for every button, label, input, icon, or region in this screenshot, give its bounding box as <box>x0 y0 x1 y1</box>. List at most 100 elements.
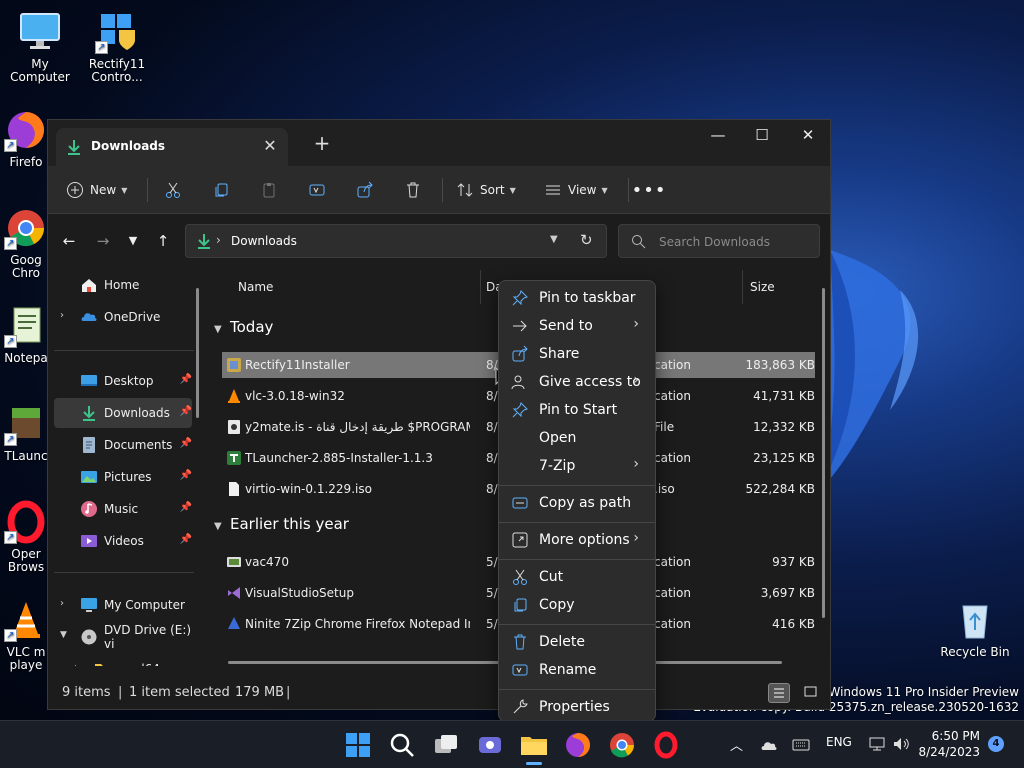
chevron-right-icon[interactable]: › <box>74 662 78 666</box>
maximize-button[interactable]: ☐ <box>739 120 785 150</box>
menu-item-copy[interactable]: Copy <box>503 591 651 619</box>
chrome-icon[interactable] <box>606 729 638 761</box>
column-divider[interactable] <box>742 270 743 304</box>
menu-item-label: Copy <box>539 597 575 613</box>
menu-item-give-access[interactable]: Give access to › <box>503 368 651 396</box>
nav-item-music[interactable]: Music 📌 <box>54 494 192 524</box>
delete-button[interactable] <box>398 175 428 205</box>
tiles-view-button[interactable] <box>800 683 822 703</box>
notification-badge[interactable]: 4 <box>988 736 1004 752</box>
menu-item-cut[interactable]: Cut <box>503 563 651 591</box>
new-tab-button[interactable]: + <box>310 132 334 156</box>
task-view-icon[interactable] <box>430 729 462 761</box>
volume-icon[interactable] <box>892 736 910 752</box>
menu-item-send-to[interactable]: Send to › <box>503 312 651 340</box>
navigation-scrollbar[interactable] <box>196 288 199 418</box>
nav-item-documents[interactable]: Documents 📌 <box>54 430 192 460</box>
cut-button[interactable] <box>158 175 188 205</box>
file-list-scrollbar[interactable] <box>822 288 825 618</box>
share-button[interactable] <box>350 175 380 205</box>
menu-item-copy-as-path[interactable]: Copy as path <box>503 489 651 517</box>
clock[interactable]: 6:50 PM 8/24/2023 <box>918 728 980 760</box>
tray-overflow-chevron-icon[interactable]: ︿ <box>730 735 743 754</box>
close-tab-icon[interactable]: ✕ <box>260 136 280 156</box>
file-explorer-icon[interactable] <box>518 729 550 761</box>
onedrive-cloud-icon[interactable] <box>760 737 778 753</box>
forward-arrow-icon[interactable]: → <box>90 229 116 253</box>
shortcut-arrow-icon: ↗ <box>4 139 17 152</box>
search-field[interactable]: Search Downloads <box>618 224 820 258</box>
nav-item-label: Videos <box>104 534 144 548</box>
pin-icon: 📌 <box>179 374 192 385</box>
breadcrumb-downloads[interactable]: Downloads <box>231 234 297 248</box>
nav-item-dvd-drive[interactable]: ▼ DVD Drive (E:) vi <box>54 622 192 652</box>
file-name: vac470 <box>245 555 289 569</box>
nav-item-downloads[interactable]: Downloads 📌 <box>54 398 192 428</box>
nav-item-amd64[interactable]: › amd64 <box>68 654 206 666</box>
chevron-right-icon[interactable]: › <box>60 310 64 321</box>
menu-separator <box>499 522 655 523</box>
chevron-right-icon[interactable]: › <box>60 598 64 609</box>
opera-icon: ↗ <box>4 500 48 544</box>
group-header-today[interactable]: ▼ Today <box>214 318 273 336</box>
sort-button[interactable]: Sort ▼ <box>456 175 516 205</box>
menu-item-label: Rename <box>539 662 597 678</box>
firefox-icon[interactable] <box>562 729 594 761</box>
recent-locations-chevron-icon[interactable]: ▼ <box>120 229 146 253</box>
menu-item-7zip[interactable]: 7-Zip › <box>503 452 651 480</box>
menu-item-more-options[interactable]: More options › <box>503 526 651 554</box>
refresh-icon[interactable]: ↻ <box>580 231 593 249</box>
chevron-down-icon[interactable]: ▼ <box>60 630 67 640</box>
start-windows-icon[interactable] <box>342 729 374 761</box>
new-button[interactable]: New ▼ <box>66 175 127 205</box>
nav-item-home[interactable]: Home <box>54 270 192 300</box>
desktop-icon-rectify11[interactable]: ↗ Rectify11 Contro... <box>77 10 157 84</box>
address-bar[interactable]: › Downloads ▼ ↻ <box>185 224 607 258</box>
menu-item-label: Pin to taskbar <box>539 290 636 306</box>
more-options-button[interactable]: ••• <box>632 175 666 205</box>
close-window-button[interactable]: ✕ <box>785 120 831 150</box>
copy-button[interactable] <box>206 175 236 205</box>
rename-button[interactable] <box>302 175 332 205</box>
nav-item-videos[interactable]: Videos 📌 <box>54 526 192 556</box>
tab-downloads[interactable]: Downloads ✕ <box>56 128 288 166</box>
details-view-button[interactable] <box>768 683 790 703</box>
file-name: VisualStudioSetup <box>245 586 354 600</box>
file-size: 416 KB <box>772 617 815 631</box>
opera-icon[interactable] <box>650 729 682 761</box>
nav-item-onedrive[interactable]: › OneDrive <box>54 302 192 332</box>
nav-item-pictures[interactable]: Pictures 📌 <box>54 462 192 492</box>
back-arrow-icon[interactable]: ← <box>56 229 82 253</box>
desktop-icon-recycle-bin[interactable]: Recycle Bin <box>935 598 1015 659</box>
meet-chat-icon[interactable] <box>474 729 506 761</box>
keyboard-icon[interactable] <box>792 738 810 752</box>
menu-item-share[interactable]: Share <box>503 340 651 368</box>
menu-item-open[interactable]: Open <box>503 424 651 452</box>
view-button[interactable]: View ▼ <box>544 175 608 205</box>
menu-item-rename[interactable]: Rename <box>503 656 651 684</box>
rename-icon <box>309 184 325 196</box>
nav-item-label: Downloads <box>104 406 170 420</box>
minimize-button[interactable]: — <box>695 120 741 150</box>
desktop-icon-my-computer[interactable]: My Computer <box>0 10 80 84</box>
paste-button[interactable] <box>254 175 284 205</box>
language-indicator[interactable]: ENG <box>826 735 852 749</box>
file-size: 12,332 KB <box>753 420 815 434</box>
column-header-name[interactable]: Name <box>238 280 273 294</box>
installer-icon <box>227 358 241 372</box>
menu-item-properties[interactable]: Properties <box>503 693 651 721</box>
network-icon[interactable] <box>868 736 886 752</box>
nav-item-my-computer[interactable]: › My Computer <box>54 590 192 620</box>
folder-icon <box>95 664 111 666</box>
group-header-earlier[interactable]: ▼ Earlier this year <box>214 515 349 533</box>
menu-item-pin-start[interactable]: Pin to Start <box>503 396 651 424</box>
menu-item-delete[interactable]: Delete <box>503 628 651 656</box>
up-arrow-icon[interactable]: ↑ <box>150 229 176 253</box>
column-header-size[interactable]: Size <box>750 280 775 294</box>
address-history-chevron-icon[interactable]: ▼ <box>550 234 558 245</box>
nav-item-desktop[interactable]: Desktop 📌 <box>54 366 192 396</box>
nav-item-label: Documents <box>104 438 173 452</box>
menu-item-pin-taskbar[interactable]: Pin to taskbar <box>503 284 651 312</box>
column-divider[interactable] <box>480 270 481 304</box>
search-icon[interactable] <box>386 729 418 761</box>
